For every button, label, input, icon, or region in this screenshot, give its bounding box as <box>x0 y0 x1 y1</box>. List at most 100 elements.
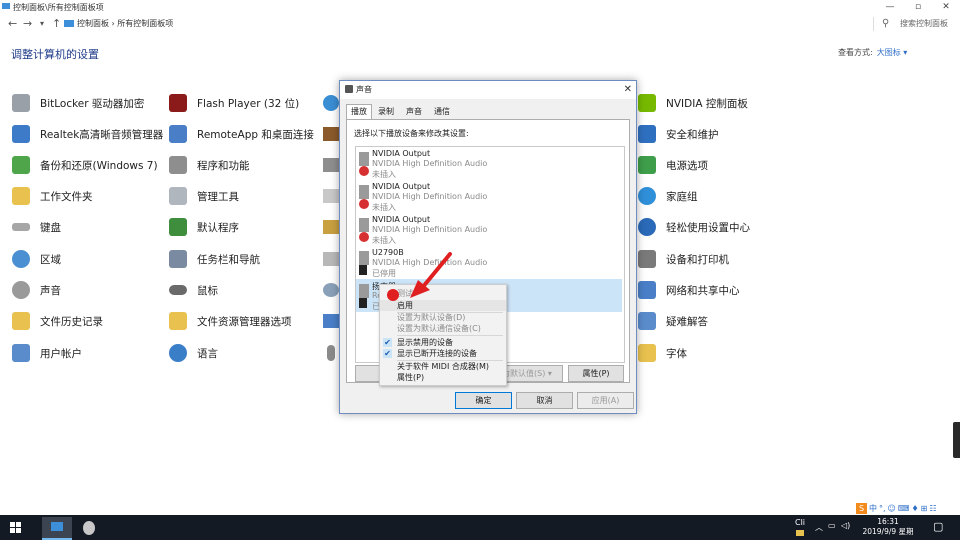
taskbar-app[interactable] <box>74 517 104 540</box>
emoji-icon[interactable]: ☺ <box>888 504 896 513</box>
windows-start-icon[interactable] <box>10 522 21 533</box>
ime-mode[interactable]: 中 <box>869 503 877 514</box>
cp-item-label: 文件资源管理器选项 <box>197 315 292 328</box>
recent-dropdown-icon[interactable]: ▾ <box>40 19 44 28</box>
ok-button[interactable]: 确定 <box>455 392 512 409</box>
device-item[interactable]: NVIDIA Output NVIDIA High Definition Aud… <box>356 213 622 246</box>
taskbar-control-panel[interactable] <box>42 517 72 540</box>
cp-item-ease-of-access[interactable]: 轻松使用设置中心 <box>638 217 750 237</box>
network-icon[interactable]: ▭ <box>828 521 836 530</box>
cp-item-power[interactable]: 电源选项 <box>638 155 708 175</box>
dialog-titlebar: 声音 ✕ <box>340 81 636 99</box>
cp-item-devices-printers[interactable]: 设备和打印机 <box>638 249 729 269</box>
clock[interactable]: 16:31 2019/9/9 星期一 <box>860 517 916 547</box>
notification-icon[interactable]: ▢ <box>933 520 943 533</box>
cp-item-taskbar[interactable]: 任务栏和导航 <box>169 249 260 269</box>
cp-item-network[interactable]: 网络和共享中心 <box>638 280 740 300</box>
search-input[interactable]: ⚲ 搜索控制面板 <box>873 17 959 31</box>
cp-item-troubleshoot[interactable]: 疑难解答 <box>638 311 708 331</box>
cp-item-language[interactable]: 语言 <box>169 343 218 363</box>
toolbox-icon[interactable]: ⊞ <box>921 504 928 513</box>
lock-icon[interactable] <box>323 220 339 234</box>
tab-communications[interactable]: 通信 <box>430 105 454 119</box>
cp-item-backup[interactable]: 备份和还原(Windows 7) <box>12 155 158 175</box>
menu-item-show-disabled[interactable]: ✔ 显示禁用的设备 <box>380 337 506 348</box>
status-disabled-icon <box>359 298 367 308</box>
speaker-device-icon <box>359 284 369 298</box>
menu-item-set-default-comm[interactable]: 设置为默认通信设备(C) <box>380 323 506 334</box>
monitor-icon[interactable] <box>323 314 339 328</box>
microphone-icon[interactable] <box>327 345 335 361</box>
forward-arrow-icon[interactable]: → <box>23 17 32 30</box>
maximize-button[interactable]: ▫ <box>904 0 932 14</box>
tray-chevron-icon[interactable]: ︿ <box>815 522 823 533</box>
dialog-close-button[interactable]: ✕ <box>624 81 632 99</box>
cp-item-fonts[interactable]: 字体 <box>638 343 687 363</box>
search-icon: ⚲ <box>882 18 890 29</box>
up-arrow-icon[interactable]: ↑ <box>52 17 61 30</box>
menu-icon[interactable]: ☷ <box>929 504 936 513</box>
device-name: NVIDIA Output <box>372 215 431 224</box>
cp-item-keyboard[interactable]: 键盘 <box>12 217 61 237</box>
device-driver: NVIDIA High Definition Audio <box>372 225 488 234</box>
cp-item-mouse[interactable]: 鼠标 <box>169 280 218 300</box>
cp-item-homegroup[interactable]: 家庭组 <box>638 186 698 206</box>
status-unplugged-icon <box>359 166 369 176</box>
side-panel-handle[interactable] <box>953 422 960 458</box>
menu-item-set-default[interactable]: 设置为默认设备(D) <box>380 312 506 323</box>
cp-item-label: 网络和共享中心 <box>666 284 740 297</box>
properties-button[interactable]: 属性(P) <box>568 365 624 382</box>
tab-sounds[interactable]: 声音 <box>402 105 426 119</box>
minimize-button[interactable]: — <box>876 0 904 14</box>
device-item[interactable]: NVIDIA Output NVIDIA High Definition Aud… <box>356 147 622 180</box>
device-item[interactable]: NVIDIA Output NVIDIA High Definition Aud… <box>356 180 622 213</box>
cp-item-label: 疑难解答 <box>666 315 708 328</box>
close-button[interactable]: ✕ <box>932 0 960 14</box>
cp-item-file-history[interactable]: 文件历史记录 <box>12 311 103 331</box>
cp-item-sound[interactable]: 声音 <box>12 280 61 300</box>
view-by-dropdown[interactable]: 大图标 ▾ <box>877 48 908 57</box>
cp-item-label: 工作文件夹 <box>40 190 93 203</box>
cp-item-label: 电源选项 <box>666 159 708 172</box>
device-name: NVIDIA Output <box>372 149 431 158</box>
cp-item-security[interactable]: 安全和维护 <box>638 124 719 144</box>
tab-recording[interactable]: 录制 <box>374 105 398 119</box>
calendar-icon[interactable] <box>323 252 339 266</box>
cp-item-label: 管理工具 <box>197 190 239 203</box>
cp-item-flash[interactable]: Flash Player (32 位) <box>169 93 299 113</box>
back-arrow-icon[interactable]: ← <box>8 17 17 30</box>
storage-icon[interactable] <box>323 158 339 172</box>
menu-item-about-midi[interactable]: 关于软件 MIDI 合成器(M) <box>380 361 506 372</box>
cp-item-user-accounts[interactable]: 用户帐户 <box>12 343 82 363</box>
cp-item-label: Flash Player (32 位) <box>197 97 300 110</box>
globe-icon[interactable] <box>323 95 339 111</box>
keyboard-icon[interactable]: ⌨ <box>898 504 910 513</box>
search-placeholder: 搜索控制面板 <box>900 19 948 28</box>
ime-toolbar[interactable]: S 中 °, ☺ ⌨ ♦ ⊞ ☷ <box>856 502 937 515</box>
box-icon[interactable] <box>323 127 339 141</box>
document-icon[interactable] <box>323 189 339 203</box>
cancel-button[interactable]: 取消 <box>516 392 573 409</box>
menu-item-show-disconnected[interactable]: ✔ 显示已断开连接的设备 <box>380 348 506 359</box>
cp-item-region[interactable]: 区域 <box>12 249 61 269</box>
cp-item-label: 语言 <box>197 347 218 360</box>
tray-language[interactable]: Cli <box>795 518 805 527</box>
address-bar[interactable]: 控制面板 › 所有控制面板项 <box>64 17 864 31</box>
cp-item-programs[interactable]: 程序和功能 <box>169 155 250 175</box>
menu-item-properties[interactable]: 属性(P) <box>380 372 506 383</box>
cp-item-realtek[interactable]: Realtek高清晰音频管理器 <box>12 124 163 144</box>
cp-item-work-folders[interactable]: 工作文件夹 <box>12 186 93 206</box>
tab-playback[interactable]: 播放 <box>346 104 372 120</box>
cp-item-default-programs[interactable]: 默认程序 <box>169 217 239 237</box>
cp-item-explorer-options[interactable]: 文件资源管理器选项 <box>169 311 292 331</box>
search-icon[interactable] <box>323 283 339 297</box>
apply-button[interactable]: 应用(A) <box>577 392 634 409</box>
cp-item-nvidia[interactable]: NVIDIA 控制面板 <box>638 93 748 113</box>
tray-app-icon[interactable] <box>796 530 804 536</box>
cp-item-admin-tools[interactable]: 管理工具 <box>169 186 239 206</box>
skin-icon[interactable]: ♦ <box>911 504 918 513</box>
cp-item-remoteapp[interactable]: RemoteApp 和桌面连接 <box>169 124 314 144</box>
volume-icon[interactable]: ◁) <box>841 521 850 530</box>
ime-punct[interactable]: °, <box>879 504 886 513</box>
cp-item-bitlocker[interactable]: BitLocker 驱动器加密 <box>12 93 144 113</box>
